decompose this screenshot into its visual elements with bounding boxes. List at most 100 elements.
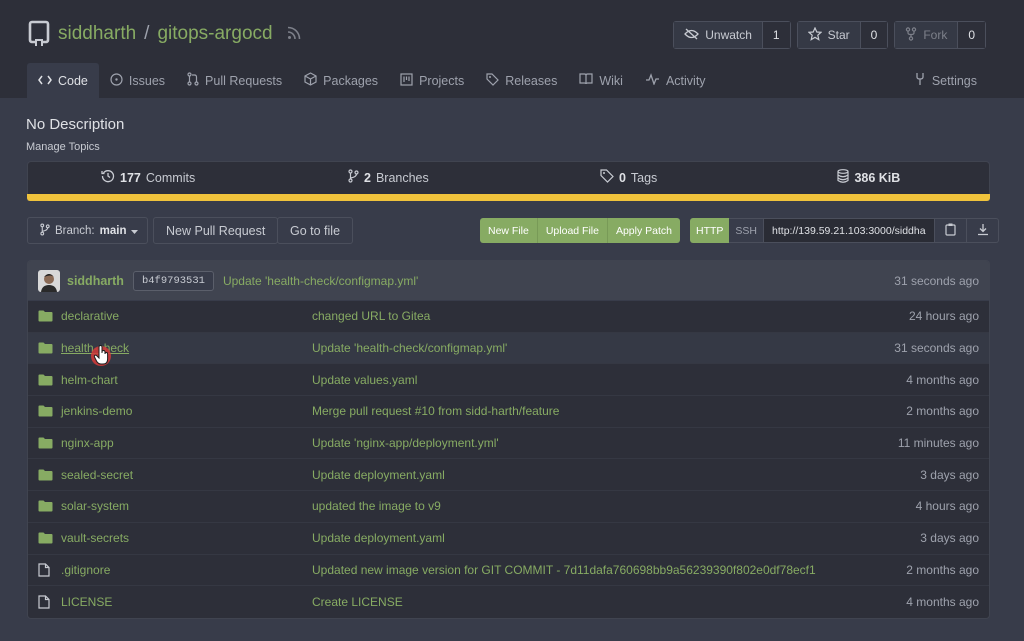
fork-label: Fork (923, 28, 948, 42)
repo-stats-bar: 177 Commits 2 Branches 0 Tags 386 KiB (27, 161, 990, 201)
file-actions-group: New File Upload File Apply Patch (480, 218, 681, 243)
file-commit-message-link[interactable]: Merge pull request #10 from sidd-harth/f… (312, 404, 906, 418)
file-name-link[interactable]: declarative (61, 309, 312, 323)
manage-topics-link[interactable]: Manage Topics (26, 141, 124, 153)
tab-pull-requests-label: Pull Requests (205, 73, 283, 88)
file-commit-message-link[interactable]: updated the image to v9 (312, 499, 916, 513)
folder-icon (38, 342, 56, 354)
clipboard-icon (945, 223, 956, 239)
tab-wiki-label: Wiki (599, 73, 623, 88)
file-name-link[interactable]: nginx-app (61, 436, 312, 450)
tab-packages[interactable]: Packages (293, 63, 389, 98)
tab-activity-label: Activity (665, 73, 706, 88)
file-commit-message-link[interactable]: Update 'nginx-app/deployment.yml' (312, 436, 898, 450)
repo-icon (28, 20, 50, 48)
size-stat: 386 KiB (749, 162, 989, 200)
latest-commit-row: siddharth b4f9793531 Update 'health-chec… (28, 261, 989, 301)
avatar[interactable] (38, 269, 60, 292)
branch-prefix: Branch: (55, 224, 95, 237)
tab-releases[interactable]: Releases (475, 63, 568, 98)
repo-toolbar: Branch: main New Pull Request Go to file… (27, 217, 1000, 245)
download-button[interactable] (967, 218, 1000, 243)
http-toggle[interactable]: HTTP (690, 218, 730, 243)
file-commit-message-link[interactable]: Update deployment.yaml (312, 468, 920, 482)
tab-issues[interactable]: Issues (99, 63, 176, 98)
star-button[interactable]: Star (797, 22, 860, 48)
watch-count[interactable]: 1 (761, 22, 790, 48)
file-row: helm-chart Update values.yaml 4 months ago (28, 364, 989, 397)
copy-url-button[interactable] (935, 218, 968, 243)
file-commit-time: 4 months ago (906, 372, 979, 387)
upload-file-button[interactable]: Upload File (538, 218, 608, 243)
file-commit-message-link[interactable]: changed URL to Gitea (312, 309, 909, 323)
repo-header: siddharth / gitops-argocd Unwatch 1 Star… (0, 0, 1024, 98)
project-icon (400, 72, 413, 89)
file-commit-message-link[interactable]: Update deployment.yaml (312, 531, 920, 545)
file-row: health-checkUpdate 'health-check/configm… (28, 332, 989, 365)
apply-patch-button[interactable]: Apply Patch (608, 218, 680, 243)
file-name-link[interactable]: solar-system (61, 499, 312, 513)
tab-packages-label: Packages (323, 73, 379, 88)
branch-dropdown[interactable]: Branch: main (27, 217, 148, 244)
file-commit-message-link[interactable]: Update 'health-check/configmap.yml' (312, 341, 894, 355)
tab-code[interactable]: Code (27, 63, 99, 98)
commit-sha-button[interactable]: b4f9793531 (132, 270, 214, 291)
file-row: declarative changed URL to Gitea 24 hours … (28, 301, 989, 333)
tab-wiki[interactable]: Wiki (568, 63, 634, 98)
new-pull-request-button[interactable]: New Pull Request (153, 217, 279, 244)
eye-slash-icon (684, 28, 700, 43)
file-name-link[interactable]: LICENSE (61, 595, 312, 609)
commit-author-link[interactable]: siddharth (67, 274, 124, 288)
branch-icon (40, 223, 50, 239)
unwatch-button[interactable]: Unwatch (674, 22, 762, 48)
branch-icon (348, 169, 359, 186)
file-commit-time: 24 hours ago (908, 309, 979, 324)
tags-stat[interactable]: 0 Tags (509, 162, 749, 200)
clone-url-input[interactable] (764, 218, 936, 243)
tag-icon (600, 169, 614, 186)
star-count[interactable]: 0 (859, 22, 888, 48)
file-commit-message-link[interactable]: Create LICENSE (312, 595, 906, 609)
branches-stat[interactable]: 2 Branches (268, 162, 508, 200)
tab-activity[interactable]: Activity (634, 63, 717, 98)
file-name-link[interactable]: vault-secrets (61, 531, 312, 545)
file-commit-message-link[interactable]: Updated new image version for GIT COMMIT… (312, 563, 906, 577)
tag-icon (486, 72, 500, 89)
tab-projects[interactable]: Projects (389, 63, 475, 98)
tab-settings[interactable]: Settings (903, 63, 988, 98)
file-name-link[interactable]: jenkins-demo (61, 404, 312, 418)
folder-icon (38, 405, 56, 417)
pulse-icon (645, 73, 660, 88)
file-name-link[interactable]: sealed-secret (61, 468, 312, 482)
file-commit-time: 2 months ago (906, 404, 979, 419)
file-row: vault-secrets Update deployment.yaml 3 day… (28, 522, 989, 555)
new-file-button[interactable]: New File (480, 218, 538, 243)
file-row: solar-system updated the image to v9 4 hou… (28, 491, 989, 523)
commits-stat[interactable]: 177 Commits (28, 162, 268, 200)
file-commit-time: 3 days ago (920, 531, 979, 546)
file-commit-message-link[interactable]: Update values.yaml (312, 373, 906, 387)
pull-request-icon (187, 72, 199, 89)
file-name-link[interactable]: .gitignore (61, 563, 312, 577)
commit-message-link[interactable]: Update 'health-check/configmap.yml' (223, 274, 418, 288)
tab-projects-label: Projects (419, 73, 465, 88)
package-icon (304, 72, 317, 89)
code-icon (38, 74, 52, 88)
book-icon (579, 73, 593, 88)
fork-button[interactable]: Fork (895, 22, 958, 48)
rss-icon[interactable] (287, 26, 301, 43)
go-to-file-button[interactable]: Go to file (277, 217, 354, 244)
folder-icon (38, 500, 56, 512)
fork-count[interactable]: 0 (957, 22, 985, 48)
repo-owner-link[interactable]: siddharth (58, 23, 136, 45)
file-name-link[interactable]: helm-chart (61, 373, 312, 387)
folder-icon (38, 469, 56, 481)
file-row: nginx-app Update 'nginx-app/deployment.ym… (28, 427, 989, 460)
folder-icon (38, 532, 56, 544)
ssh-toggle[interactable]: SSH (729, 218, 765, 243)
tab-pull-requests[interactable]: Pull Requests (176, 63, 293, 98)
repo-name-link[interactable]: gitops-argocd (157, 23, 272, 45)
commits-label: Commits (145, 170, 196, 185)
file-row: LICENSE Create LICENSE 4 months ago (28, 586, 989, 618)
hand-cursor-icon (90, 343, 112, 372)
